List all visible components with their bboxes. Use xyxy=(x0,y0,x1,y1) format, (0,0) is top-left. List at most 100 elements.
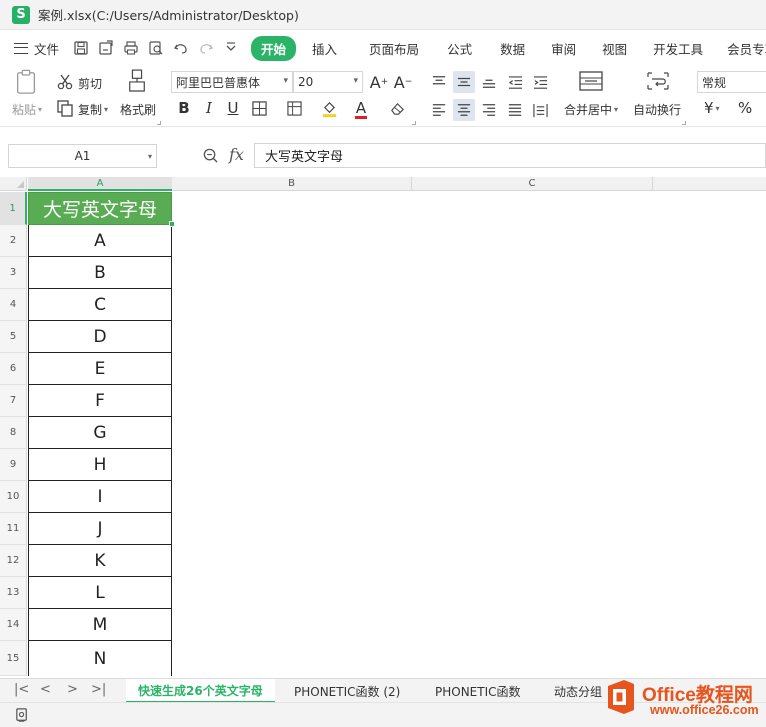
file-menu-button[interactable]: 文件 xyxy=(14,39,59,58)
merge-center-icon[interactable] xyxy=(579,71,603,91)
font-name-select[interactable]: 阿里巴巴普惠体 ▾ xyxy=(171,71,293,93)
column-header-c[interactable]: C xyxy=(412,177,652,191)
save-icon[interactable] xyxy=(73,40,89,56)
distributed-icon[interactable] xyxy=(529,99,551,121)
fill-handle[interactable] xyxy=(169,221,175,227)
sheet-tab-phonetic-2[interactable]: PHONETIC函数 (2) xyxy=(294,679,400,703)
column-header-d[interactable] xyxy=(653,177,766,191)
align-center-icon[interactable] xyxy=(453,99,475,121)
font-size-select[interactable]: 20 ▾ xyxy=(293,71,363,93)
merge-center-button[interactable]: 合并居中 ▾ xyxy=(564,101,618,118)
justify-icon[interactable] xyxy=(504,99,526,121)
tab-data[interactable]: 数据 xyxy=(494,39,531,58)
fill-color-icon[interactable] xyxy=(318,97,340,119)
wrap-text-button[interactable]: 自动换行 xyxy=(633,101,681,118)
table-cell[interactable]: G xyxy=(28,417,172,449)
decrease-indent-icon[interactable] xyxy=(504,71,526,93)
table-cell[interactable]: B xyxy=(28,257,172,289)
align-left-icon[interactable] xyxy=(428,99,450,121)
last-sheet-icon[interactable]: >| xyxy=(91,682,106,697)
row-header[interactable]: 3 xyxy=(0,257,27,289)
table-cell[interactable]: J xyxy=(28,513,172,545)
table-cell[interactable]: I xyxy=(28,481,172,513)
table-cell[interactable]: A xyxy=(28,225,172,257)
first-sheet-icon[interactable]: |< xyxy=(14,682,29,697)
column-header-a[interactable]: A xyxy=(28,177,172,191)
increase-font-size-icon[interactable]: A + xyxy=(368,71,390,93)
sheet-tab-dynamic-group[interactable]: 动态分组 xyxy=(554,679,602,703)
tab-insert[interactable]: 插入 xyxy=(306,39,343,58)
row-header[interactable]: 1 xyxy=(0,192,27,225)
row-header[interactable]: 13 xyxy=(0,577,27,609)
row-header[interactable]: 4 xyxy=(0,289,27,321)
percent-format-button[interactable]: % xyxy=(738,99,752,117)
tab-page-layout[interactable]: 页面布局 xyxy=(363,39,425,58)
row-header[interactable]: 8 xyxy=(0,417,27,449)
prev-sheet-icon[interactable]: < xyxy=(40,682,51,697)
column-header-b[interactable]: B xyxy=(172,177,411,191)
table-cell[interactable]: E xyxy=(28,353,172,385)
table-cell[interactable]: F xyxy=(28,385,172,417)
align-bottom-icon[interactable] xyxy=(478,71,500,93)
name-box[interactable]: A1 ▾ xyxy=(8,144,157,168)
print-icon[interactable] xyxy=(123,40,139,56)
save-as-icon[interactable] xyxy=(98,40,114,56)
more-icon[interactable] xyxy=(223,40,239,56)
row-header[interactable]: 14 xyxy=(0,609,27,641)
tab-developer[interactable]: 开发工具 xyxy=(647,39,709,58)
row-header[interactable]: 9 xyxy=(0,449,27,481)
decrease-font-size-icon[interactable]: A − xyxy=(392,71,414,93)
align-right-icon[interactable] xyxy=(478,99,500,121)
row-header[interactable]: 12 xyxy=(0,545,27,577)
tab-member[interactable]: 会员专享 xyxy=(721,39,766,58)
tab-review[interactable]: 审阅 xyxy=(545,39,582,58)
next-sheet-icon[interactable]: > xyxy=(67,682,78,697)
tab-view[interactable]: 视图 xyxy=(596,39,633,58)
borders-icon[interactable] xyxy=(248,97,270,119)
paste-label[interactable]: 粘贴 ▾ xyxy=(12,101,42,118)
currency-format-button[interactable]: ¥ ▾ xyxy=(704,99,720,117)
redo-icon[interactable] xyxy=(198,40,214,56)
align-top-icon[interactable] xyxy=(428,71,450,93)
increase-indent-icon[interactable] xyxy=(529,71,551,93)
table-cell[interactable]: D xyxy=(28,321,172,353)
clipboard-group-launcher[interactable] xyxy=(157,121,161,125)
row-header[interactable]: 15 xyxy=(0,641,27,676)
cell-style-icon[interactable] xyxy=(283,97,305,119)
sheet-tab-active[interactable]: 快速生成26个英文字母 xyxy=(126,679,275,703)
italic-button[interactable]: I xyxy=(198,97,220,119)
bold-button[interactable]: B xyxy=(173,97,195,119)
align-middle-icon[interactable] xyxy=(453,71,475,93)
copy-button[interactable]: 复制 ▾ xyxy=(56,99,108,120)
insert-function-button[interactable]: fx xyxy=(229,145,244,164)
row-header[interactable]: 11 xyxy=(0,513,27,545)
table-cell[interactable]: M xyxy=(28,609,172,641)
sheet-tab-phonetic[interactable]: PHONETIC函数 xyxy=(435,679,521,703)
paste-button[interactable] xyxy=(14,69,38,98)
cell-a1-header[interactable]: 大写英文字母 xyxy=(28,192,172,225)
select-all-corner[interactable] xyxy=(0,177,27,191)
number-format-select[interactable]: 常规 xyxy=(697,71,766,93)
table-cell[interactable]: K xyxy=(28,545,172,577)
tab-formulas[interactable]: 公式 xyxy=(441,39,478,58)
format-painter-button[interactable]: 格式刷 xyxy=(120,101,156,118)
table-cell[interactable]: L xyxy=(28,577,172,609)
font-group-launcher[interactable] xyxy=(412,121,416,125)
cut-button[interactable]: 剪切 xyxy=(56,73,102,94)
wrap-text-icon[interactable] xyxy=(646,71,670,91)
clear-format-icon[interactable] xyxy=(386,97,408,119)
macro-record-icon[interactable] xyxy=(14,707,31,724)
format-painter-icon[interactable] xyxy=(127,69,147,93)
print-preview-icon[interactable] xyxy=(148,40,164,56)
row-header[interactable]: 5 xyxy=(0,321,27,353)
row-header[interactable]: 7 xyxy=(0,385,27,417)
underline-button[interactable]: U xyxy=(222,97,244,119)
row-header[interactable]: 2 xyxy=(0,225,27,257)
row-header[interactable]: 6 xyxy=(0,353,27,385)
tab-home[interactable]: 开始 xyxy=(251,35,297,61)
table-cell[interactable]: H xyxy=(28,449,172,481)
alignment-group-launcher[interactable] xyxy=(682,121,686,125)
font-color-icon[interactable]: A xyxy=(350,97,372,119)
row-header[interactable]: 10 xyxy=(0,481,27,513)
table-cell[interactable]: C xyxy=(28,289,172,321)
